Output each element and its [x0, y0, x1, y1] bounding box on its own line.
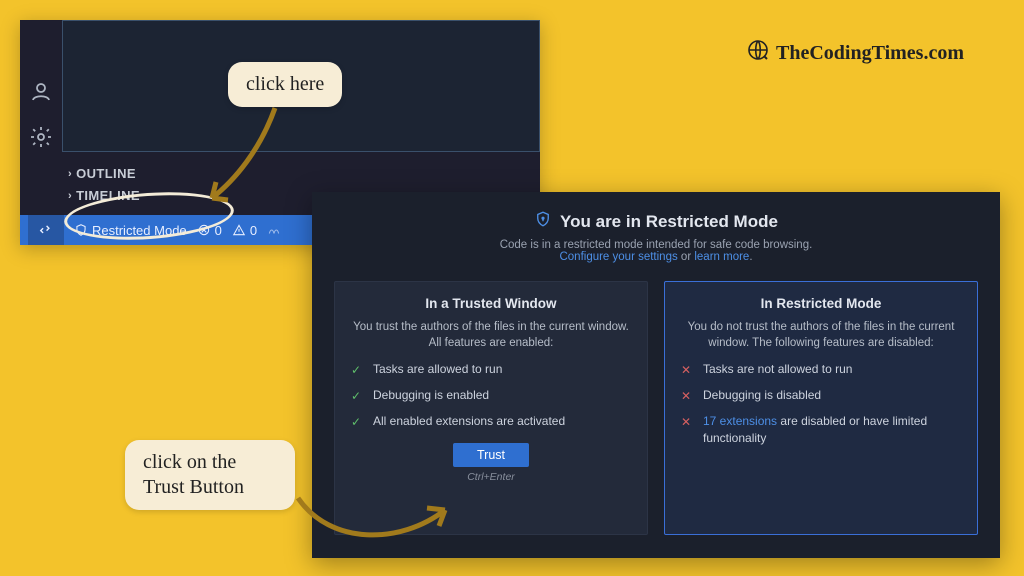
- chevron-right-icon: ›: [68, 190, 72, 202]
- shield-icon: [534, 210, 552, 233]
- trusted-title: In a Trusted Window: [351, 296, 631, 311]
- dialog-subtitle: Code is in a restricted mode intended fo…: [334, 239, 978, 263]
- errors-indicator[interactable]: 0: [197, 223, 222, 238]
- globe-icon: [746, 38, 770, 68]
- restricted-title: In Restricted Mode: [681, 296, 961, 311]
- brand-text: TheCodingTimes.com: [776, 42, 964, 65]
- cross-icon: ✕: [681, 414, 695, 431]
- trusted-feature: ✓Debugging is enabled: [351, 387, 631, 405]
- restricted-feature: ✕17 extensions are disabled or have limi…: [681, 413, 961, 447]
- callout-text: click on the Trust Button: [143, 451, 244, 498]
- site-brand: TheCodingTimes.com: [746, 38, 964, 68]
- restricted-mode-button[interactable]: Restricted Mode: [74, 223, 187, 238]
- timeline-label: TIMELINE: [76, 188, 140, 203]
- outline-section[interactable]: › OUTLINE: [68, 166, 136, 181]
- cross-icon: ✕: [681, 362, 695, 379]
- subtitle-text: Code is in a restricted mode intended fo…: [500, 239, 813, 251]
- account-icon[interactable]: [29, 80, 53, 109]
- check-icon: ✓: [351, 388, 365, 405]
- gear-icon[interactable]: [29, 125, 53, 154]
- restricted-lead: You do not trust the authors of the file…: [681, 319, 961, 351]
- remote-button[interactable]: [28, 215, 64, 245]
- trusted-lead: You trust the authors of the files in th…: [351, 319, 631, 351]
- trusted-feature: ✓All enabled extensions are activated: [351, 413, 631, 431]
- restricted-mode-card: In Restricted Mode You do not trust the …: [664, 281, 978, 535]
- check-icon: ✓: [351, 362, 365, 379]
- timeline-section[interactable]: › TIMELINE: [68, 188, 140, 203]
- extensions-link[interactable]: 17 extensions: [703, 414, 777, 428]
- trusted-feature: ✓Tasks are allowed to run: [351, 361, 631, 379]
- callout-text: click here: [246, 73, 324, 95]
- learn-more-link[interactable]: learn more: [694, 251, 749, 263]
- configure-settings-link[interactable]: Configure your settings: [559, 251, 677, 263]
- restricted-feature: ✕Tasks are not allowed to run: [681, 361, 961, 379]
- restricted-feature: ✕Debugging is disabled: [681, 387, 961, 405]
- activity-bar: [20, 80, 62, 154]
- cross-icon: ✕: [681, 388, 695, 405]
- dialog-title: You are in Restricted Mode: [534, 210, 778, 233]
- warnings-indicator[interactable]: 0: [232, 223, 257, 238]
- warning-count: 0: [250, 223, 257, 238]
- check-icon: ✓: [351, 414, 365, 431]
- trusted-window-card: In a Trusted Window You trust the author…: [334, 281, 648, 535]
- trust-button[interactable]: Trust: [453, 443, 529, 467]
- restricted-mode-dialog: You are in Restricted Mode Code is in a …: [312, 192, 1000, 558]
- outline-label: OUTLINE: [76, 166, 136, 181]
- restricted-mode-label: Restricted Mode: [92, 223, 187, 238]
- callout-click-here: click here: [228, 62, 342, 107]
- error-count: 0: [215, 223, 222, 238]
- chevron-right-icon: ›: [68, 168, 72, 180]
- trust-shortcut-hint: Ctrl+Enter: [351, 471, 631, 483]
- dialog-title-text: You are in Restricted Mode: [560, 212, 778, 232]
- callout-trust-button: click on the Trust Button: [125, 440, 295, 510]
- ports-indicator[interactable]: [267, 223, 281, 237]
